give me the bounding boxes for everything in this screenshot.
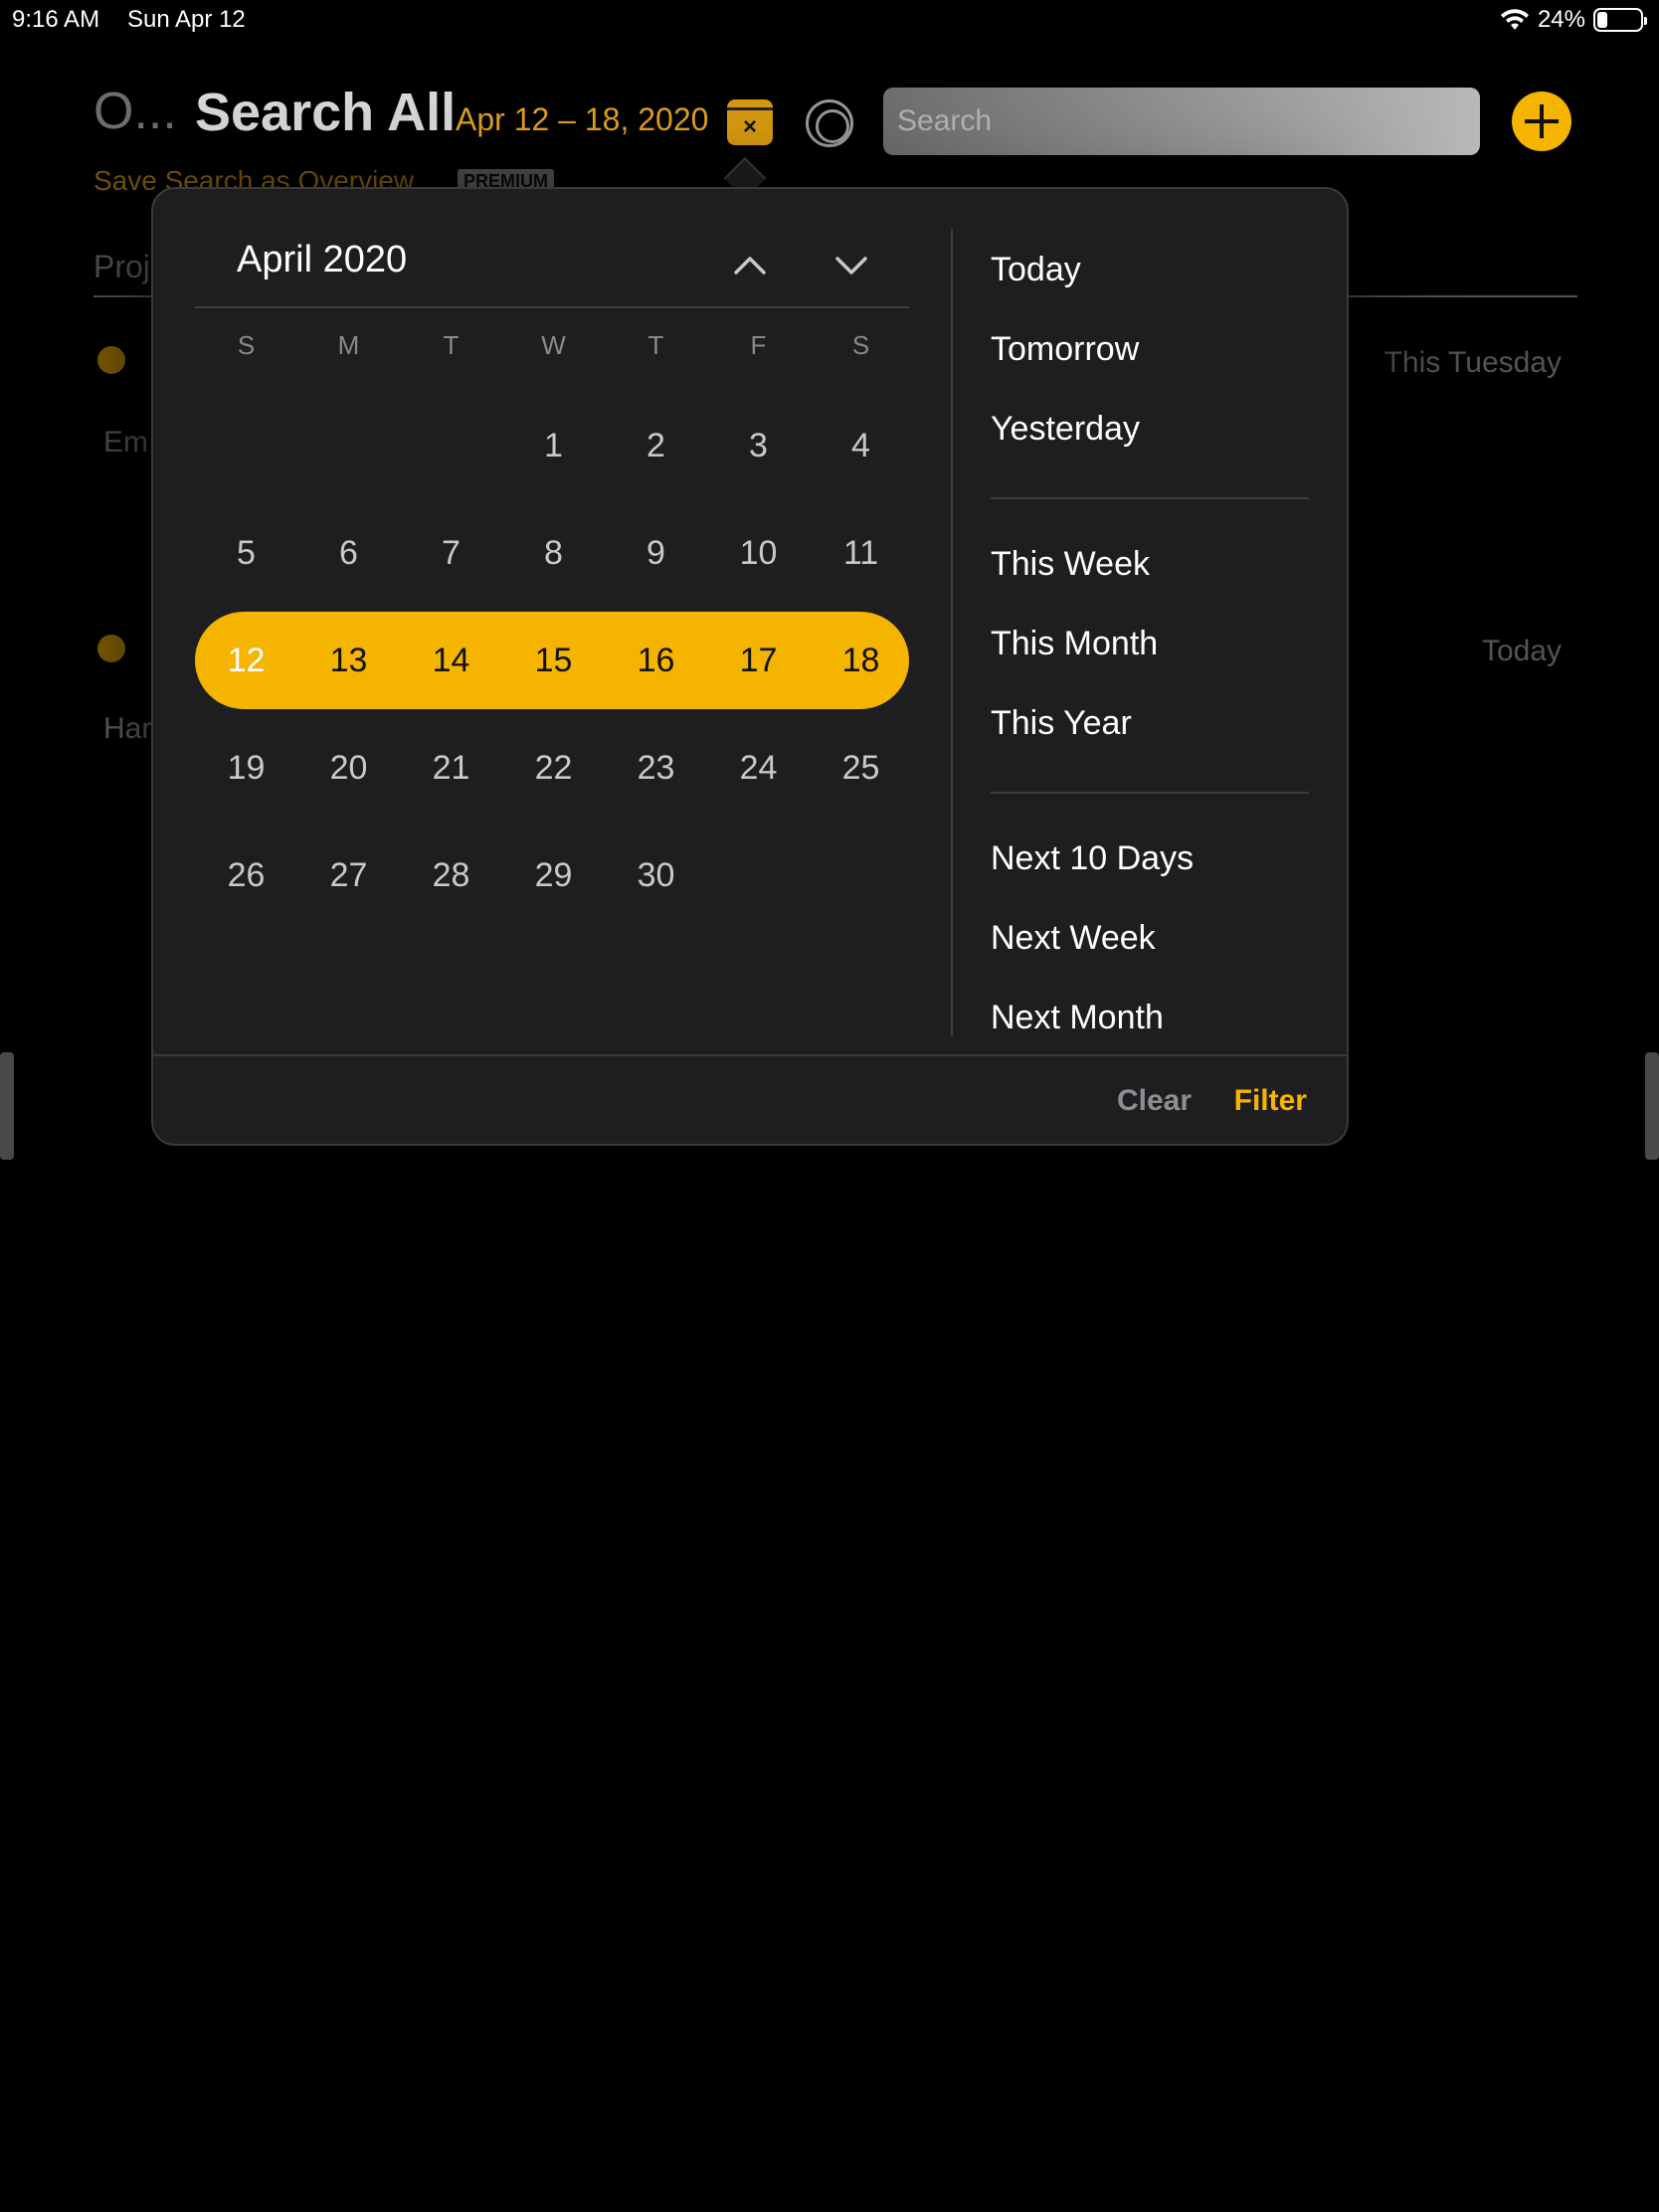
weekday-label: S <box>237 330 256 360</box>
add-icon[interactable] <box>1512 92 1571 151</box>
search-field[interactable] <box>883 88 1480 155</box>
preset-divider <box>991 497 1309 499</box>
calendar-clear-icon[interactable]: × <box>727 99 773 145</box>
row-text: Har <box>103 712 152 745</box>
calendar-day[interactable]: 8 <box>502 499 605 607</box>
right-edge-tab[interactable] <box>1645 1052 1659 1160</box>
preset-item[interactable]: Yesterday <box>991 404 1309 483</box>
calendar-day[interactable]: 28 <box>400 822 502 929</box>
preset-item[interactable]: Next Month <box>991 993 1309 1072</box>
calendar-day[interactable]: 24 <box>707 714 810 822</box>
calendar-day[interactable]: 4 <box>810 392 912 499</box>
calendar-day[interactable]: 15 <box>502 607 605 714</box>
calendar-empty-cell <box>195 392 297 499</box>
calendar-day[interactable]: 13 <box>297 607 400 714</box>
status-dot <box>97 346 125 374</box>
calendar-day[interactable]: 22 <box>502 714 605 822</box>
chevron-down-icon[interactable] <box>831 245 871 284</box>
clear-button[interactable]: Clear <box>1117 1084 1192 1118</box>
left-edge-tab[interactable] <box>0 1052 14 1160</box>
calendar-day[interactable]: 20 <box>297 714 400 822</box>
calendar-day[interactable]: 25 <box>810 714 912 822</box>
row-text: Em <box>103 426 148 459</box>
column-label: Proj <box>93 249 150 284</box>
calendar-day[interactable]: 26 <box>195 822 297 929</box>
date-filter-popover: April 2020 SMTWTFS 1 2 3 4 5 6 7 8 9 10 11 12 13 14 15… <box>151 187 1349 1146</box>
weekday-label: W <box>541 330 566 360</box>
preset-list: Today Tomorrow Yesterday This Week This Mont… <box>991 245 1309 1072</box>
footer-divider <box>153 1054 1347 1056</box>
focus-circle-icon[interactable] <box>806 99 853 147</box>
calendar-empty-cell <box>297 392 400 499</box>
weekday-label: M <box>337 330 360 360</box>
calendar-day[interactable]: 12 <box>195 607 297 714</box>
status-dot <box>97 635 125 662</box>
weekday-label: F <box>750 330 767 360</box>
calendar-day[interactable]: 10 <box>707 499 810 607</box>
truncated-title[interactable]: O... <box>93 82 177 141</box>
calendar-day[interactable]: 17 <box>707 607 810 714</box>
calendar-clear-glyph: × <box>742 113 757 140</box>
day-grid: 1 2 3 4 5 6 7 8 9 10 11 12 13 14 15 16 17 18 19 20 21 22 23 24 2… <box>195 392 909 929</box>
preset-item[interactable]: Today <box>991 245 1309 324</box>
calendar-day[interactable]: 16 <box>605 607 707 714</box>
calendar-header: April 2020 <box>195 229 909 308</box>
preset-item[interactable]: Next 10 Days <box>991 833 1309 913</box>
month-label: April 2020 <box>237 239 408 280</box>
weekday-label: T <box>443 330 460 360</box>
calendar-day[interactable]: 18 <box>810 607 912 714</box>
weekday-label: S <box>851 330 870 360</box>
row-due: This Tuesday <box>1383 346 1562 379</box>
calendar-day[interactable]: 29 <box>502 822 605 929</box>
preset-item[interactable]: Tomorrow <box>991 324 1309 404</box>
calendar-day[interactable]: 1 <box>502 392 605 499</box>
preset-item[interactable]: This Month <box>991 619 1309 698</box>
preset-item[interactable]: Next Week <box>991 913 1309 993</box>
calendar: April 2020 SMTWTFS 1 2 3 4 5 6 7 8 9 10 11 12 13 14 15… <box>195 229 909 929</box>
search-input[interactable] <box>883 88 1480 155</box>
vertical-divider <box>951 229 953 1036</box>
filter-button[interactable]: Filter <box>1234 1084 1307 1118</box>
calendar-day[interactable]: 11 <box>810 499 912 607</box>
row-due: Today <box>1481 635 1562 667</box>
calendar-day[interactable]: 9 <box>605 499 707 607</box>
weekday-label: T <box>647 330 664 360</box>
calendar-day[interactable]: 27 <box>297 822 400 929</box>
calendar-empty-cell <box>400 392 502 499</box>
preset-divider <box>991 792 1309 794</box>
calendar-day[interactable]: 3 <box>707 392 810 499</box>
calendar-day[interactable]: 7 <box>400 499 502 607</box>
calendar-empty-cell <box>810 822 912 929</box>
page-title: Search All <box>195 83 457 142</box>
calendar-day[interactable]: 6 <box>297 499 400 607</box>
calendar-day[interactable]: 19 <box>195 714 297 822</box>
weekday-row: SMTWTFS <box>195 330 909 370</box>
preset-item[interactable]: This Week <box>991 539 1309 619</box>
chevron-up-icon[interactable] <box>730 245 770 284</box>
preset-item[interactable]: This Year <box>991 698 1309 778</box>
calendar-day[interactable]: 2 <box>605 392 707 499</box>
date-range-label[interactable]: Apr 12 – 18, 2020 <box>456 101 708 138</box>
calendar-empty-cell <box>707 822 810 929</box>
calendar-day[interactable]: 30 <box>605 822 707 929</box>
calendar-day[interactable]: 21 <box>400 714 502 822</box>
calendar-day[interactable]: 5 <box>195 499 297 607</box>
calendar-day[interactable]: 14 <box>400 607 502 714</box>
calendar-day[interactable]: 23 <box>605 714 707 822</box>
